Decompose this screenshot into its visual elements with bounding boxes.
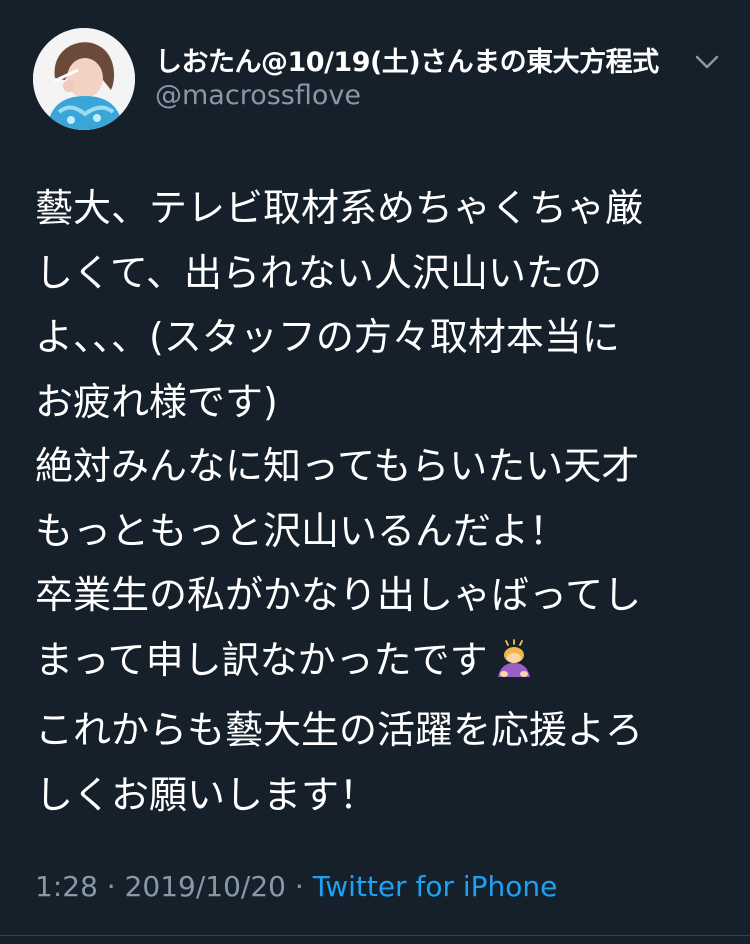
tweet-text-line-with-emoji: まって申し訳なかったです [35, 628, 725, 699]
tweet-text-line: 藝大、テレビ取材系めちゃくちゃ厳 [35, 186, 644, 230]
tweet-text-line: まって申し訳なかったです [35, 637, 488, 682]
user-handle[interactable]: @macrossflove [155, 80, 361, 111]
tweet-text-line: しくて、出られない人沢山いたの [35, 250, 602, 295]
person-bowing-emoji [494, 634, 534, 699]
meta-separator: · [106, 870, 116, 903]
tweet-source-link[interactable]: Twitter for iPhone [313, 870, 558, 903]
tweet-text: 藝大、テレビ取材系めちゃくちゃ厳 しくて、出られない人沢山いたの よ、、、(スタ… [35, 176, 725, 827]
meta-separator: · [294, 870, 304, 903]
avatar[interactable] [33, 28, 135, 130]
tweet-text-line: お疲れ様です) [35, 379, 278, 424]
tweet-text-line: 絶対みんなに知ってもらいたい天才 [35, 444, 640, 488]
tweet-text-line: しくお願いします！ [35, 772, 378, 817]
divider [0, 935, 750, 936]
tweet-text-line: これからも藝大生の活躍を応援よろ [35, 708, 644, 752]
tweet-date[interactable]: 2019/10/20 [125, 870, 286, 903]
display-name[interactable]: しおたん@10/19(土)さんまの東大方程式 [155, 40, 659, 79]
tweet-text-line: もっともっと沢山いるんだよ！ [35, 508, 568, 553]
tweet-meta: 1:28 · 2019/10/20 · Twitter for iPhone [35, 870, 557, 903]
tweet-text-line: よ、、、(スタッフの方々取材本当に [35, 315, 620, 359]
tweet-time[interactable]: 1:28 [35, 870, 98, 903]
avatar-image [33, 28, 135, 130]
tweet-text-line: 卒業生の私がかなり出しゃばってし [35, 573, 642, 617]
chevron-down-icon[interactable] [692, 50, 722, 74]
tweet-detail: しおたん@10/19(土)さんまの東大方程式 @macrossflove 藝大、… [0, 0, 750, 944]
